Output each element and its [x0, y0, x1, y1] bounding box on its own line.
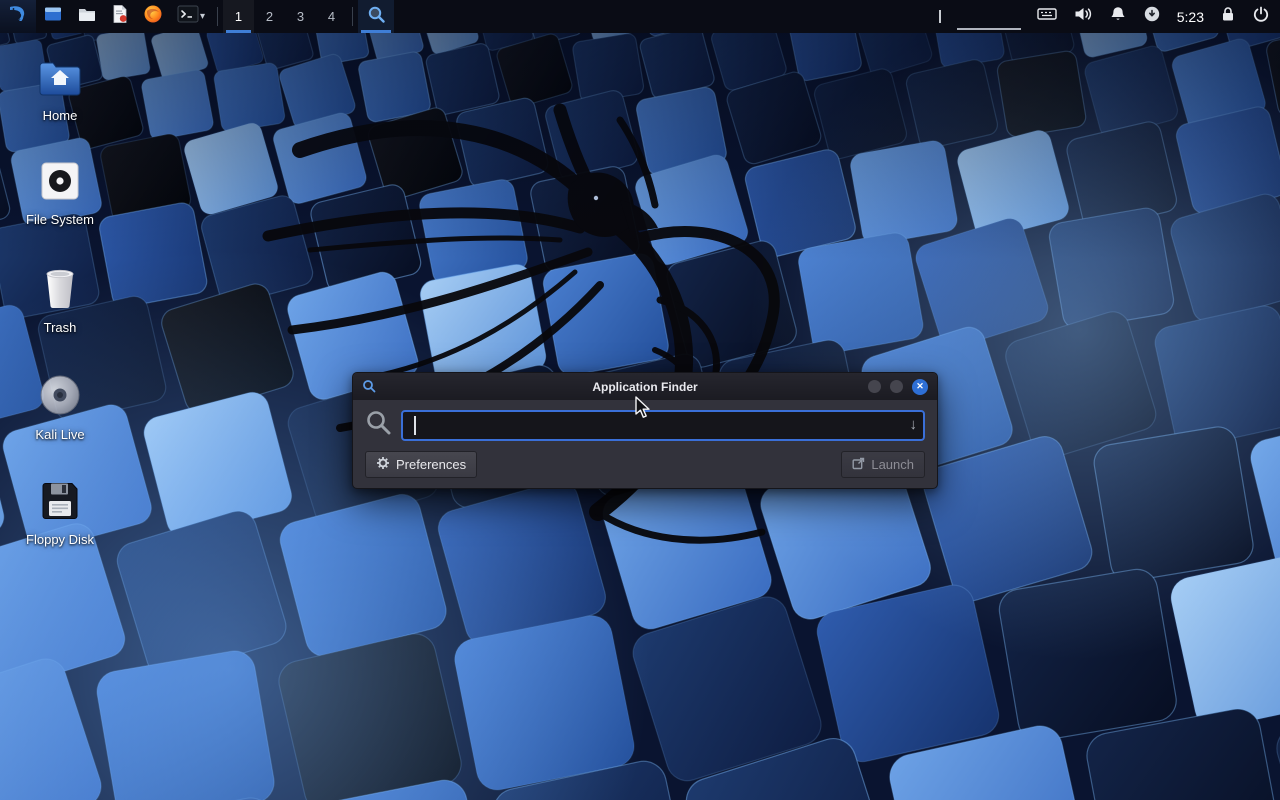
keyboard-icon[interactable]: [1037, 6, 1057, 27]
system-tray: 5:23: [939, 0, 1280, 33]
desktop-icon-label: Kali Live: [35, 427, 84, 442]
workspace-button-3[interactable]: 3: [285, 0, 316, 33]
status-icon[interactable]: [1143, 5, 1161, 28]
window-title: Application Finder: [592, 380, 697, 394]
desktop-icon-floppy-disk[interactable]: Floppy Disk: [8, 480, 112, 547]
search-input-wrap: ↓: [401, 410, 925, 441]
window-controls: ✕: [868, 373, 928, 400]
workspace-button-4[interactable]: 4: [316, 0, 347, 33]
disc-icon: [38, 373, 82, 422]
minimize-button[interactable]: [868, 380, 881, 393]
tray-underline-indicator: [957, 28, 1021, 30]
trash-icon: [40, 266, 80, 315]
launch-label: Launch: [871, 457, 914, 472]
search-icon: [365, 409, 392, 441]
mouse-cursor: [634, 396, 656, 425]
appfinder-panel-button[interactable]: [358, 0, 394, 33]
chevron-down-icon[interactable]: ▾: [199, 11, 205, 22]
desktop-icon-label: Floppy Disk: [26, 532, 94, 547]
panel-separator: [352, 7, 353, 26]
panel-left-section: ▾ 1 2 3 4: [0, 0, 394, 33]
desktop-icon-label: File System: [26, 212, 94, 227]
kali-desktop: ▾ 1 2 3 4: [0, 0, 1280, 800]
firefox-launcher[interactable]: [136, 0, 170, 33]
desktop-icon-column: Home File System Trash: [8, 0, 112, 800]
launch-button[interactable]: Launch: [841, 451, 925, 478]
preferences-label: Preferences: [396, 457, 466, 472]
desktop-icon-trash[interactable]: Trash: [8, 266, 112, 335]
preferences-button[interactable]: Preferences: [365, 451, 477, 478]
gear-icon: [376, 456, 390, 473]
workspace-label: 2: [266, 9, 273, 24]
home-folder-icon: [38, 58, 82, 103]
firefox-icon: [143, 4, 163, 29]
text-editor-icon: [111, 4, 129, 29]
workspace-label: 3: [297, 9, 304, 24]
desktop-icon-label: Trash: [44, 320, 77, 335]
panel-separator: [217, 7, 218, 26]
notifications-bell-icon[interactable]: [1109, 5, 1127, 28]
kali-dragon-icon: [7, 3, 29, 30]
window-search-icon: [362, 379, 376, 393]
search-icon: [367, 5, 386, 29]
volume-icon[interactable]: [1073, 5, 1093, 28]
desktop-icon-label: Home: [43, 108, 78, 123]
drive-icon: [39, 160, 81, 207]
file-manager-icon: [43, 4, 63, 29]
tray-indicator: [939, 10, 941, 23]
workspace-button-1[interactable]: 1: [223, 0, 254, 33]
floppy-icon: [39, 480, 81, 527]
search-input[interactable]: [401, 410, 925, 441]
file-manager-launcher[interactable]: [36, 0, 70, 33]
power-icon[interactable]: [1252, 5, 1270, 28]
top-panel: ▾ 1 2 3 4: [0, 0, 1280, 33]
application-finder-window: Application Finder ✕ ↓: [352, 372, 938, 489]
workspace-label: 4: [328, 9, 335, 24]
terminal-launcher[interactable]: ▾: [170, 0, 212, 33]
desktop-icon-kali-live[interactable]: Kali Live: [8, 373, 112, 442]
lock-icon[interactable]: [1220, 5, 1236, 28]
close-button[interactable]: ✕: [912, 379, 928, 395]
workspace-button-2[interactable]: 2: [254, 0, 285, 33]
kali-menu-button[interactable]: [0, 0, 36, 33]
maximize-button[interactable]: [890, 380, 903, 393]
launch-icon: [852, 457, 865, 473]
dropdown-arrow-icon[interactable]: ↓: [910, 416, 918, 433]
folder-icon: [77, 4, 97, 29]
button-row: Preferences Launch: [365, 451, 925, 478]
desktop-icon-file-system[interactable]: File System: [8, 160, 112, 227]
clock[interactable]: 5:23: [1177, 9, 1204, 25]
folder-launcher[interactable]: [70, 0, 104, 33]
text-caret: [414, 416, 416, 435]
workspace-label: 1: [235, 9, 242, 24]
desktop-icon-home[interactable]: Home: [8, 58, 112, 123]
close-icon: ✕: [916, 382, 924, 391]
text-editor-launcher[interactable]: [104, 0, 136, 33]
terminal-icon: [177, 4, 199, 29]
